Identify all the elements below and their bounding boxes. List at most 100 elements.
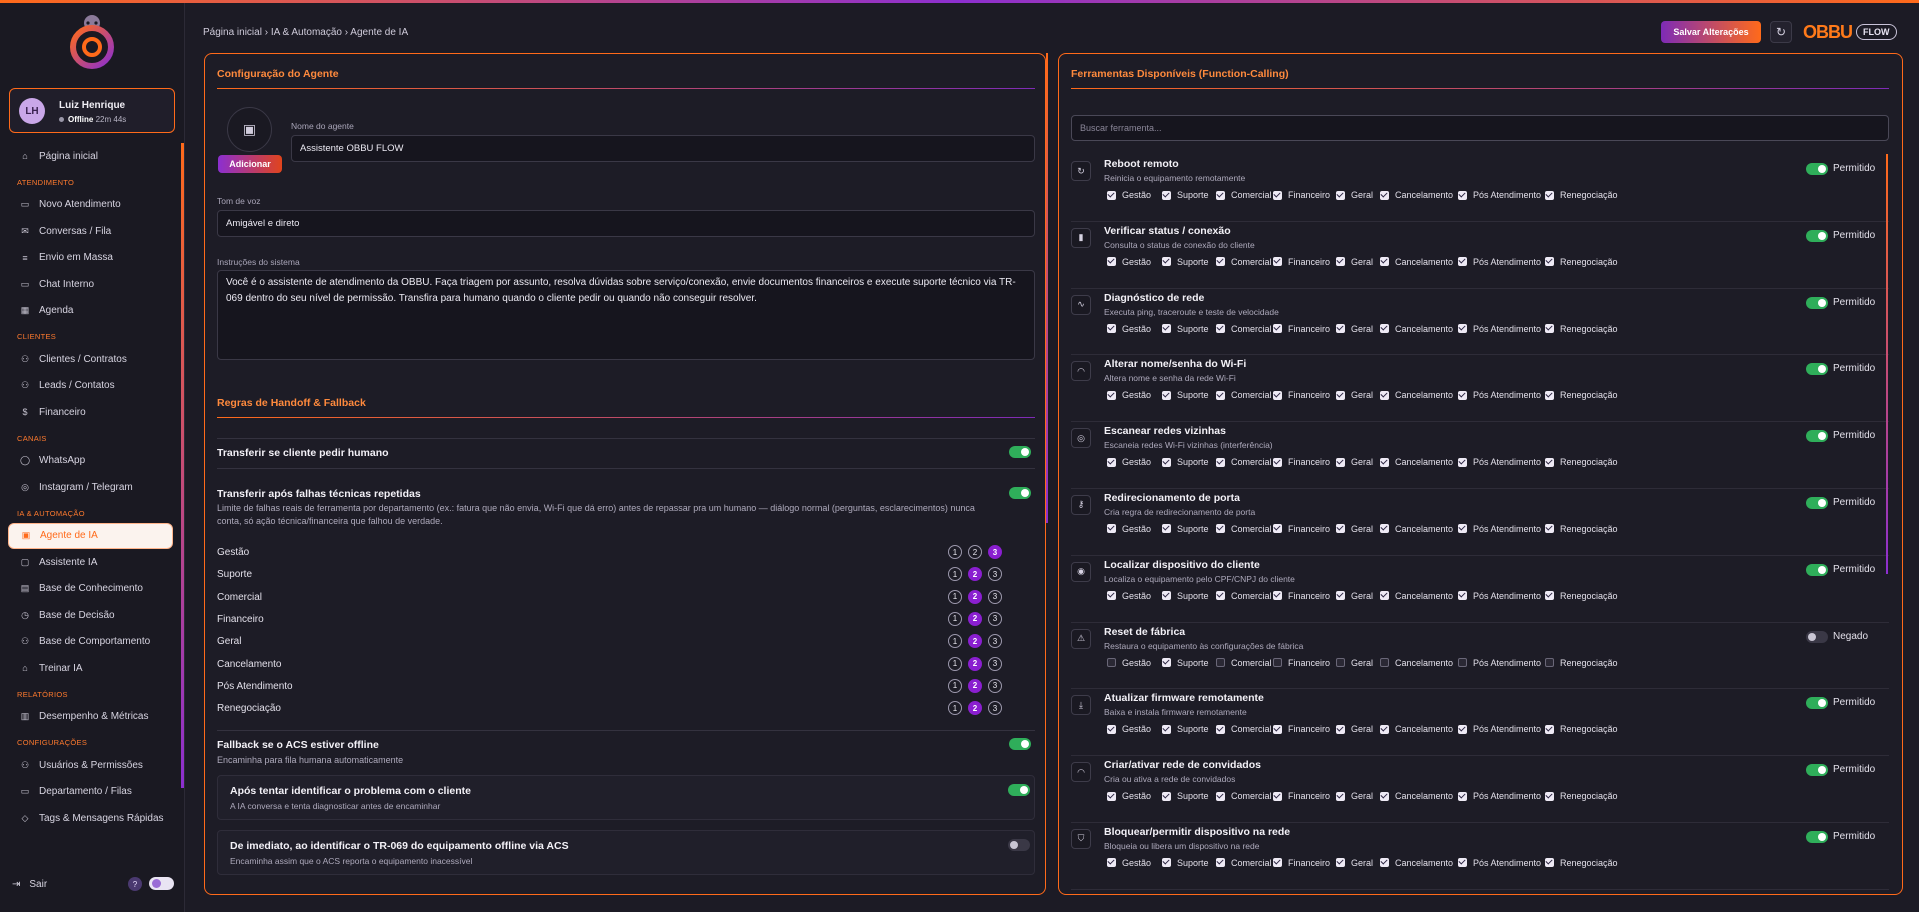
department-permission-checkbox[interactable]: Suporte xyxy=(1162,323,1209,335)
checkbox-icon[interactable] xyxy=(1107,858,1116,868)
checkbox-icon[interactable] xyxy=(1545,858,1554,868)
checkbox-icon[interactable] xyxy=(1380,658,1389,668)
department-permission-checkbox[interactable]: Geral xyxy=(1336,857,1373,869)
sidebar-item-conversas[interactable]: ✉ Conversas / Fila xyxy=(0,218,181,245)
checkbox-icon[interactable] xyxy=(1273,724,1282,734)
checkbox-icon[interactable] xyxy=(1380,724,1389,734)
agent-name-input[interactable]: Assistente OBBU FLOW xyxy=(291,135,1035,162)
department-permission-checkbox[interactable]: Comercial xyxy=(1216,523,1272,535)
tool-search-input[interactable]: Buscar ferramenta... xyxy=(1071,115,1889,141)
checkbox-icon[interactable] xyxy=(1162,190,1171,200)
department-permission-checkbox[interactable]: Gestão xyxy=(1107,790,1151,802)
checkbox-icon[interactable] xyxy=(1162,457,1171,467)
checkbox-icon[interactable] xyxy=(1273,190,1282,200)
rule-human-request-toggle[interactable] xyxy=(1009,446,1031,458)
department-permission-checkbox[interactable]: Suporte xyxy=(1162,189,1209,201)
department-permission-checkbox[interactable]: Geral xyxy=(1336,723,1373,735)
department-permission-checkbox[interactable]: Cancelamento xyxy=(1380,456,1453,468)
department-permission-checkbox[interactable]: Financeiro xyxy=(1273,723,1330,735)
department-permission-checkbox[interactable]: Renegociação xyxy=(1545,189,1618,201)
checkbox-icon[interactable] xyxy=(1273,257,1282,267)
department-permission-checkbox[interactable]: Cancelamento xyxy=(1380,723,1453,735)
checkbox-icon[interactable] xyxy=(1273,791,1282,801)
theme-toggle[interactable] xyxy=(149,877,174,890)
checkbox-icon[interactable] xyxy=(1336,324,1345,334)
checkbox-icon[interactable] xyxy=(1273,591,1282,601)
checkbox-icon[interactable] xyxy=(1162,324,1171,334)
tool-permission-toggle[interactable] xyxy=(1806,764,1828,777)
checkbox-icon[interactable] xyxy=(1545,457,1554,467)
department-permission-checkbox[interactable]: Cancelamento xyxy=(1380,256,1453,268)
department-permission-checkbox[interactable]: Financeiro xyxy=(1273,657,1330,669)
checkbox-icon[interactable] xyxy=(1336,390,1345,400)
checkbox-icon[interactable] xyxy=(1336,591,1345,601)
department-permission-checkbox[interactable]: Geral xyxy=(1336,323,1373,335)
failure-limit-option[interactable]: 2 xyxy=(968,634,982,649)
department-permission-checkbox[interactable]: Geral xyxy=(1336,456,1373,468)
department-permission-checkbox[interactable]: Comercial xyxy=(1216,256,1272,268)
department-permission-checkbox[interactable]: Financeiro xyxy=(1273,456,1330,468)
failure-limit-option[interactable]: 3 xyxy=(988,589,1002,604)
department-permission-checkbox[interactable]: Renegociação xyxy=(1545,389,1618,401)
checkbox-icon[interactable] xyxy=(1545,658,1554,668)
checkbox-icon[interactable] xyxy=(1107,324,1116,334)
department-permission-checkbox[interactable]: Renegociação xyxy=(1545,256,1618,268)
failure-limit-option[interactable]: 3 xyxy=(988,567,1002,582)
department-permission-checkbox[interactable]: Cancelamento xyxy=(1380,590,1453,602)
sidebar-item-envio-massa[interactable]: ≡ Envio em Massa xyxy=(0,245,181,272)
department-permission-checkbox[interactable]: Gestão xyxy=(1107,189,1151,201)
checkbox-icon[interactable] xyxy=(1107,591,1116,601)
checkbox-icon[interactable] xyxy=(1216,190,1225,200)
checkbox-icon[interactable] xyxy=(1380,190,1389,200)
checkbox-icon[interactable] xyxy=(1458,658,1467,668)
checkbox-icon[interactable] xyxy=(1380,524,1389,534)
checkbox-icon[interactable] xyxy=(1162,858,1171,868)
failure-limit-option[interactable]: 2 xyxy=(968,567,982,582)
department-permission-checkbox[interactable]: Financeiro xyxy=(1273,389,1330,401)
department-permission-checkbox[interactable]: Gestão xyxy=(1107,523,1151,535)
tool-permission-toggle[interactable] xyxy=(1806,496,1828,509)
department-permission-checkbox[interactable]: Pós Atendimento xyxy=(1458,723,1541,735)
checkbox-icon[interactable] xyxy=(1107,190,1116,200)
checkbox-icon[interactable] xyxy=(1545,524,1554,534)
instructions-textarea[interactable]: Você é o assistente de atendimento da OB… xyxy=(217,270,1035,360)
user-card[interactable]: LH Luiz Henrique Offline 22m 44s xyxy=(9,88,175,133)
department-permission-checkbox[interactable]: Cancelamento xyxy=(1380,657,1453,669)
department-permission-checkbox[interactable]: Suporte xyxy=(1162,523,1209,535)
sidebar-item-assistente-ia[interactable]: ▢ Assistente IA xyxy=(0,549,181,576)
checkbox-icon[interactable] xyxy=(1162,791,1171,801)
department-permission-checkbox[interactable]: Pós Atendimento xyxy=(1458,456,1541,468)
department-permission-checkbox[interactable]: Financeiro xyxy=(1273,790,1330,802)
checkbox-icon[interactable] xyxy=(1458,791,1467,801)
department-permission-checkbox[interactable]: Financeiro xyxy=(1273,323,1330,335)
department-permission-checkbox[interactable]: Suporte xyxy=(1162,256,1209,268)
department-permission-checkbox[interactable]: Comercial xyxy=(1216,590,1272,602)
department-permission-checkbox[interactable]: Pós Atendimento xyxy=(1458,590,1541,602)
checkbox-icon[interactable] xyxy=(1273,457,1282,467)
department-permission-checkbox[interactable]: Comercial xyxy=(1216,323,1272,335)
department-permission-checkbox[interactable]: Pós Atendimento xyxy=(1458,790,1541,802)
tool-permission-toggle[interactable] xyxy=(1806,163,1828,175)
checkbox-icon[interactable] xyxy=(1458,390,1467,400)
checkbox-icon[interactable] xyxy=(1107,724,1116,734)
department-permission-checkbox[interactable]: Suporte xyxy=(1162,857,1209,869)
fallback-option-diagnose[interactable]: Após tentar identificar o problema com o… xyxy=(217,775,1035,820)
sidebar-item-novo-atendimento[interactable]: ▭ Novo Atendimento xyxy=(0,192,181,219)
sidebar-item-usuarios[interactable]: ⚇ Usuários & Permissões xyxy=(0,752,181,779)
checkbox-icon[interactable] xyxy=(1162,257,1171,267)
checkbox-icon[interactable] xyxy=(1545,190,1554,200)
checkbox-icon[interactable] xyxy=(1545,324,1554,334)
sidebar-item-treinar-ia[interactable]: ⌂ Treinar IA xyxy=(0,655,181,682)
sidebar-item-base-conhecimento[interactable]: ▤ Base de Conhecimento xyxy=(0,576,181,603)
department-permission-checkbox[interactable]: Suporte xyxy=(1162,456,1209,468)
department-permission-checkbox[interactable]: Suporte xyxy=(1162,790,1209,802)
department-permission-checkbox[interactable]: Suporte xyxy=(1162,657,1209,669)
sidebar-item-agente-ia[interactable]: ▣ Agente de IA xyxy=(8,522,173,549)
checkbox-icon[interactable] xyxy=(1336,257,1345,267)
department-permission-checkbox[interactable]: Gestão xyxy=(1107,857,1151,869)
checkbox-icon[interactable] xyxy=(1162,591,1171,601)
failure-limit-option[interactable]: 3 xyxy=(988,545,1002,559)
department-permission-checkbox[interactable]: Geral xyxy=(1336,523,1373,535)
failure-limit-option[interactable]: 3 xyxy=(988,656,1002,671)
add-avatar-button[interactable]: Adicionar xyxy=(218,155,282,173)
